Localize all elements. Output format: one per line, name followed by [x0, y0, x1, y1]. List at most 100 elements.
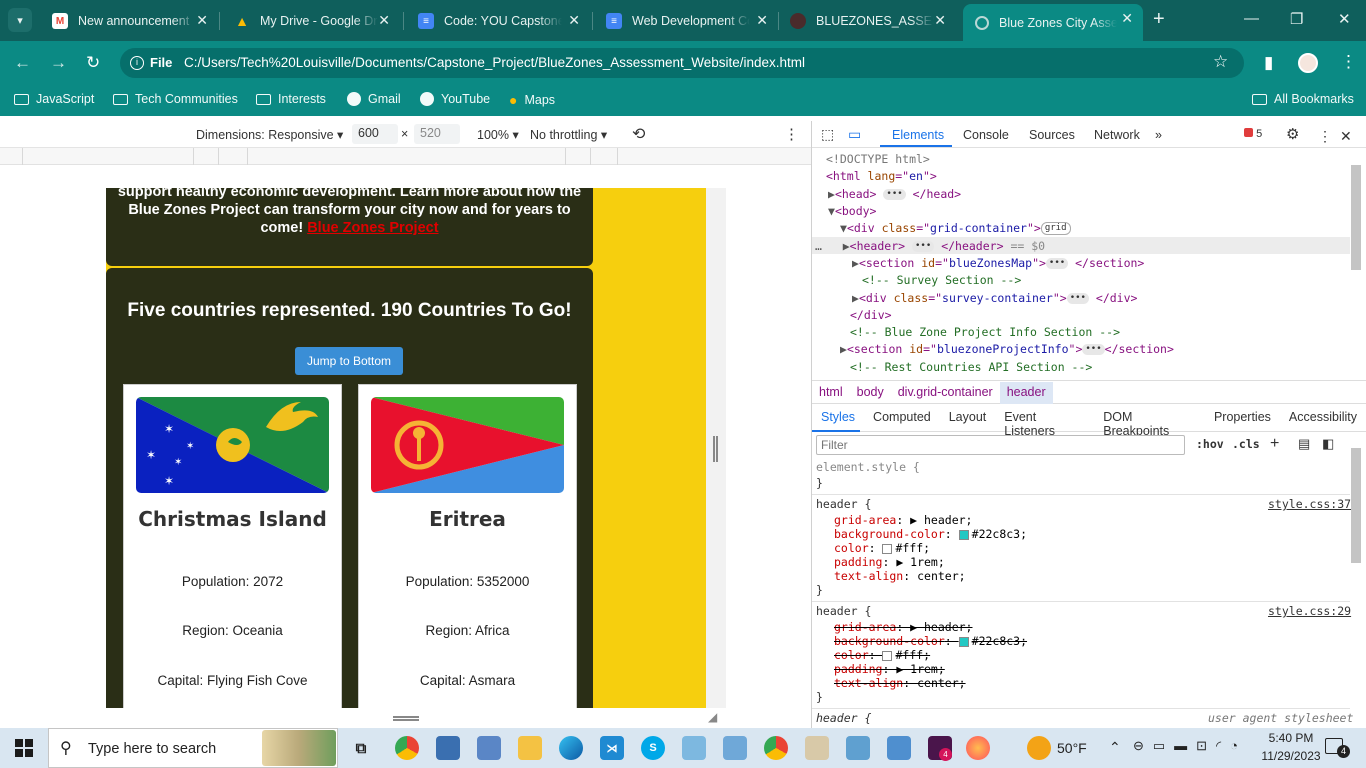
network-map-icon[interactable] [846, 736, 870, 760]
tab-accessibility[interactable]: Accessibility [1280, 410, 1366, 438]
dom-line[interactable]: ▼<div class="grid-container"> grid [840, 221, 1071, 235]
vscode-icon[interactable]: ⋊ [600, 736, 624, 760]
clock-time[interactable]: 5:40 PM [1263, 731, 1319, 745]
more-options-icon[interactable]: ⋮ [784, 125, 799, 143]
height-input[interactable]: 520 [414, 124, 460, 144]
dom-line[interactable]: ▶<div class="survey-container"> ••• </div… [852, 291, 1137, 305]
forward-button[interactable]: → [50, 53, 67, 73]
tab-console[interactable]: Console [963, 128, 1009, 142]
close-tab-icon[interactable]: ✕ [756, 12, 768, 29]
tab-dom-breakpoints[interactable]: DOM Breakpoints [1094, 410, 1205, 438]
close-tab-icon[interactable]: ✕ [196, 12, 208, 29]
styles-scrollbar[interactable] [1351, 448, 1361, 563]
dom-comment[interactable]: <!-- Blue Zone Project Info Section --> [850, 325, 1120, 339]
url-text[interactable]: C:/Users/Tech%20Louisville/Documents/Cap… [184, 55, 805, 70]
close-tab-icon[interactable]: ✕ [568, 12, 580, 29]
app-icon[interactable] [723, 736, 747, 760]
browser-tab[interactable]: BLUEZONES_ASSESSM ✕ [778, 6, 956, 36]
close-tab-icon[interactable]: ✕ [1121, 10, 1133, 27]
tray-icons[interactable]: ⊖▭▬⊡◜◔ [1133, 738, 1247, 754]
skype-icon[interactable]: S [641, 736, 665, 760]
tab-sources[interactable]: Sources [1029, 128, 1075, 142]
dom-comment[interactable]: <!-- Rest Countries API Section --> [850, 360, 1092, 374]
dom-line[interactable]: ▶<section id="bluezoneProjectInfo"> ••• </… [840, 342, 1174, 356]
tray-chevron-icon[interactable]: ⌃ [1109, 739, 1121, 756]
resize-corner-icon[interactable]: ◢ [708, 710, 717, 724]
side-panel-icon[interactable]: ▮ [1264, 53, 1273, 73]
menu-icon[interactable]: ⋮ [1340, 52, 1357, 72]
element-state-icon[interactable]: ▤ [1298, 436, 1310, 452]
dom-line-selected[interactable]: … ▶<header> ••• </header> == $0 [815, 239, 1045, 253]
new-rule-icon[interactable]: + [1270, 435, 1279, 453]
bookmark-javascript[interactable]: JavaScript [14, 92, 94, 106]
style-rule[interactable]: header { [816, 604, 871, 618]
chrome-profile-icon[interactable] [764, 736, 788, 760]
style-rule[interactable]: header { [816, 711, 871, 725]
windows-start-icon[interactable] [15, 739, 33, 757]
close-tab-icon[interactable]: ✕ [934, 12, 946, 29]
dom-line[interactable]: <html lang="en"> [826, 169, 937, 183]
clock-date[interactable]: 11/29/2023 [1257, 749, 1325, 763]
cls-toggle[interactable]: .cls [1232, 437, 1260, 451]
bookmark-maps[interactable]: ● Maps [509, 92, 555, 108]
inspect-element-icon[interactable]: ⬚ [821, 126, 834, 143]
tab-computed[interactable]: Computed [864, 410, 940, 438]
error-badge[interactable]: 5 [1244, 128, 1262, 140]
bookmark-tech-communities[interactable]: Tech Communities [113, 92, 238, 106]
edge-icon[interactable] [559, 736, 583, 760]
new-tab-button[interactable]: + [1153, 8, 1165, 31]
dom-comment[interactable]: <!-- Survey Section --> [862, 273, 1021, 287]
close-tab-icon[interactable]: ✕ [378, 12, 390, 29]
network-app-icon[interactable] [436, 736, 460, 760]
weather-icon[interactable] [1027, 736, 1051, 760]
zoom-dropdown[interactable]: 100% ▾ [477, 127, 519, 142]
reload-button[interactable]: ↻ [86, 53, 100, 73]
breadcrumb-html[interactable]: html [812, 382, 850, 404]
bookmark-interests[interactable]: Interests [256, 92, 326, 106]
file-explorer-icon[interactable] [518, 736, 542, 760]
browser-tab[interactable]: ≡ Web Development Co ✕ [594, 6, 778, 36]
settings-gear-icon[interactable]: ⚙ [1286, 125, 1299, 143]
bookmark-youtube[interactable]: YouTube [420, 92, 490, 106]
styles-filter-input[interactable] [816, 435, 1185, 455]
avatar[interactable] [1298, 53, 1318, 73]
tab-network[interactable]: Network [1094, 128, 1140, 142]
width-input[interactable]: 600 [352, 124, 398, 144]
devtools-menu-icon[interactable]: ⋮ [1318, 128, 1332, 145]
maximize-button[interactable]: ❐ [1290, 10, 1303, 28]
bookmark-gmail[interactable]: Gmail [347, 92, 401, 106]
firefox-icon[interactable] [966, 736, 990, 760]
browser-tab-active[interactable]: Blue Zones City Asses ✕ [963, 4, 1143, 41]
back-button[interactable]: ← [14, 53, 31, 73]
breadcrumb-header[interactable]: header [999, 382, 1053, 404]
notepad-icon[interactable] [682, 736, 706, 760]
close-devtools-icon[interactable]: ✕ [1340, 128, 1352, 145]
site-info-chip[interactable]: i File [130, 55, 172, 70]
tab-search-button[interactable]: ▾ [8, 8, 32, 32]
tab-event-listeners[interactable]: Event Listeners [995, 410, 1094, 438]
resize-handle-bottom[interactable] [393, 716, 419, 721]
dom-line[interactable]: ▼<body> [828, 204, 876, 218]
tab-properties[interactable]: Properties [1205, 410, 1280, 438]
bookmark-star-icon[interactable]: ☆ [1213, 52, 1228, 72]
resize-handle-right[interactable] [713, 436, 718, 462]
style-rule[interactable]: header { [816, 497, 871, 511]
breadcrumb-div[interactable]: div.grid-container [891, 382, 1000, 404]
browser-tab[interactable]: ≡ Code: YOU Capstone ✕ [406, 6, 590, 36]
dom-line[interactable]: ▶<section id="blueZonesMap"> ••• </sectio… [852, 256, 1144, 270]
hov-toggle[interactable]: :hov [1196, 437, 1224, 451]
style-source-link[interactable]: style.css:37 [1268, 497, 1351, 511]
rotate-icon[interactable]: ⟲ [632, 124, 645, 144]
dom-scrollbar[interactable] [1351, 165, 1361, 270]
style-rule[interactable]: element.style { [816, 460, 920, 474]
dom-line[interactable]: ▶<head> ••• </head> [828, 187, 961, 201]
chrome-icon[interactable] [395, 736, 419, 760]
admin-tools-icon[interactable] [477, 736, 501, 760]
style-source-link[interactable]: style.css:29 [1268, 604, 1351, 618]
close-window-button[interactable]: ✕ [1338, 10, 1351, 28]
tab-styles[interactable]: Styles [812, 410, 864, 438]
weather-temperature[interactable]: 50°F [1057, 740, 1087, 756]
dimensions-dropdown[interactable]: Dimensions: Responsive ▾ [196, 127, 343, 142]
jump-to-bottom-button[interactable]: Jump to Bottom [295, 347, 403, 375]
breadcrumb-body[interactable]: body [850, 382, 891, 404]
